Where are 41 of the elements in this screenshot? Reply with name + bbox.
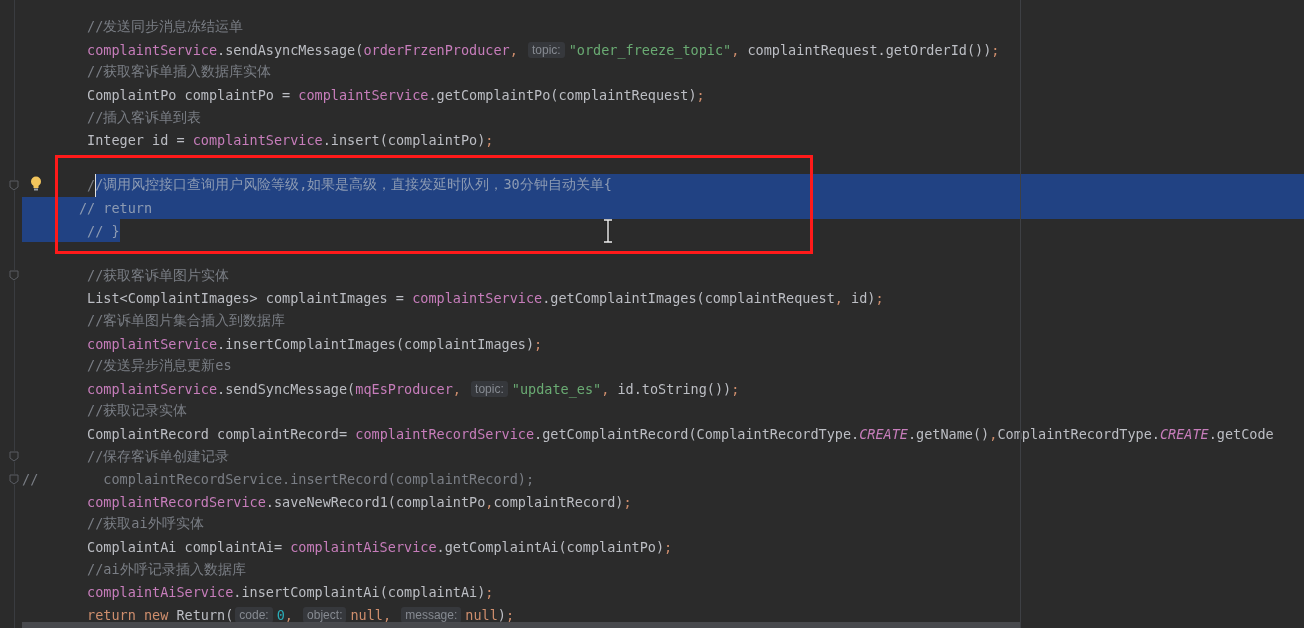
code-text: List<ComplaintImages> complaintImages = complaintService.getComplaintImages(complaintRequest, id); [86, 289, 884, 309]
code-text: ComplaintAi complaintAi= complaintAiService.getComplaintAi(complaintPo); [86, 537, 673, 557]
parameter-hint: object: [303, 606, 347, 623]
code-text: //获取客诉单图片实体 [86, 265, 230, 285]
code-text: //获取客诉单插入数据库实体 [86, 62, 272, 82]
fold-icon[interactable] [9, 270, 19, 282]
code-text: "update_es", id.toString()); [511, 379, 740, 400]
fold-icon[interactable] [9, 473, 19, 485]
code-text: Integer id = complaintService.insert(complaintPo); [86, 131, 494, 151]
code-text: //获取ai外呼实体 [86, 514, 204, 534]
code-text: ComplaintRecord complaintRecord= complaintRecordService.getComplaintRecord(ComplaintRecordType.CREATE.getName(),ComplaintRecordType.CREATE.getCode [86, 425, 1274, 444]
code-text: complaintService.sendSyncMessage(mqEsProducer, [86, 379, 462, 399]
code-text: complaintService.insertComplaintImages(complaintImages); [86, 334, 543, 354]
code-text: //保存客诉单创建记录 [86, 446, 230, 466]
lightbulb-icon[interactable] [30, 176, 42, 192]
code-text: // return [22, 196, 153, 220]
code-text: complaintRecordService.saveNewRecord1(complaintPo,complaintRecord); [86, 492, 632, 512]
text-cursor-icon [603, 219, 613, 243]
code-text: 0, [276, 605, 294, 625]
parameter-hint: code: [235, 606, 273, 623]
code-text: complaintService.sendAsyncMessage(orderFrzenProducer, [86, 40, 519, 60]
code-text: // complaintRecordService.insertRecord(complaintRecord); [22, 470, 535, 490]
code-text: null); [465, 605, 515, 625]
code-text: null, [350, 605, 393, 625]
code-text: //获取记录实体 [86, 401, 188, 421]
code-text: ComplaintPo complaintPo = complaintService.getComplaintPo(complaintRequest); [86, 86, 705, 106]
code-text: complaintAiService.insertComplaintAi(complaintAi); [86, 583, 494, 603]
code-text: //ai外呼记录插入数据库 [86, 559, 246, 579]
code-text: "order_freeze_topic", complaintRequest.getOrderId()); [568, 40, 1000, 61]
code-text: //插入客诉单到表 [86, 107, 202, 127]
code-text: //客诉单图片集合插入到数据库 [86, 311, 286, 330]
fold-icon[interactable] [9, 451, 19, 463]
code-text: return new Return( [86, 605, 234, 625]
parameter-hint: message: [401, 606, 462, 623]
parameter-hint: topic: [527, 41, 565, 58]
fold-icon[interactable] [9, 179, 19, 191]
parameter-hint: topic: [471, 380, 508, 397]
horizontal-scrollbar[interactable] [22, 622, 1020, 628]
code-text: //发送异步消息更新es [86, 356, 232, 376]
code-text: //发送同步消息冻结运单 [86, 17, 244, 37]
code-text: // } [22, 219, 120, 242]
